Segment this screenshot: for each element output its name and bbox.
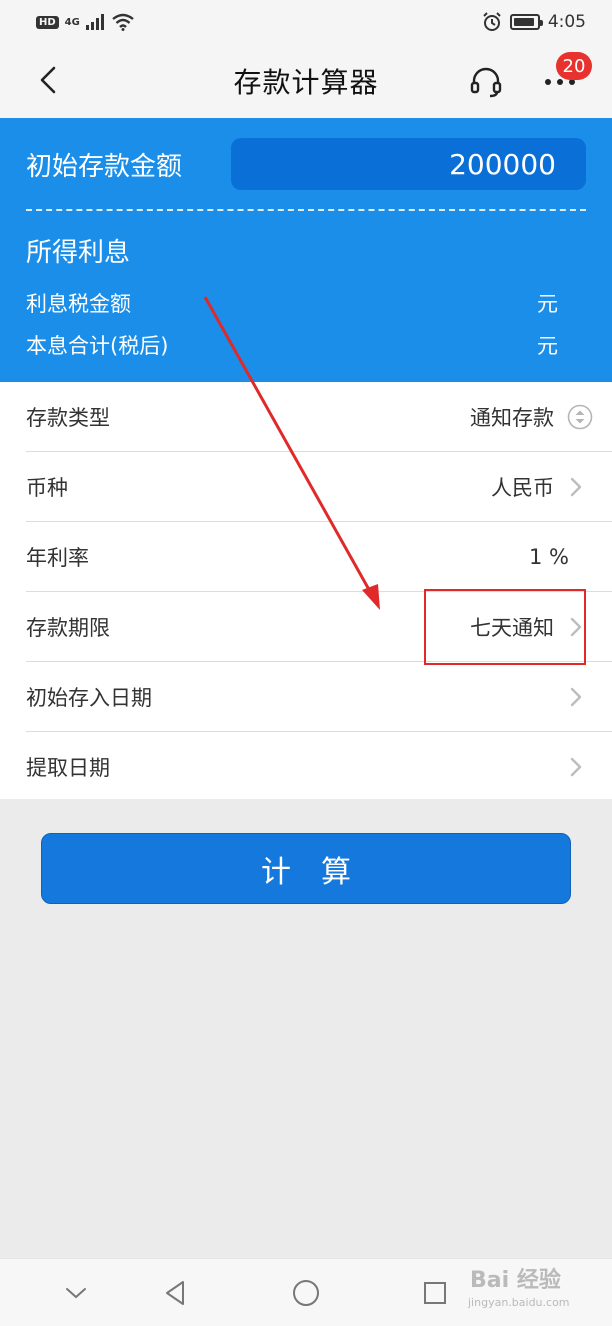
deposit-type-row[interactable]: 存款类型 通知存款 [0,382,612,452]
start-date-row[interactable]: 初始存入日期 [0,662,612,732]
deposit-term-row[interactable]: 存款期限 七天通知 [0,592,612,662]
chevron-right-icon [570,687,582,707]
system-back-button[interactable] [155,1273,195,1313]
tax-unit: 元 [537,292,558,316]
status-bar: HD 4G 4:05 [0,0,612,44]
watermark-logo: Bai 经验 [470,1268,561,1293]
currency-row[interactable]: 币种 人民币 [0,452,612,522]
total-row: 本息合计(税后) 元 [26,330,558,360]
annual-rate-label: 年利率 [26,546,89,570]
amount-input[interactable] [231,138,586,190]
watermark-url: jingyan.baidu.com [468,1296,570,1309]
interest-title: 所得利息 [26,238,131,268]
amount-label: 初始存款金额 [26,151,183,182]
back-button[interactable] [30,62,66,98]
back-icon [40,66,56,94]
amount-row: 初始存款金额 [26,138,586,190]
withdraw-date-label: 提取日期 [26,756,110,780]
status-left: HD 4G [36,13,134,31]
currency-label: 币种 [26,476,68,500]
tax-row: 利息税金额 元 [26,288,558,318]
deposit-term-value: 七天通知 [470,616,554,640]
hd-badge: HD [36,15,59,29]
deposit-type-label: 存款类型 [26,406,110,430]
page-title: 存款计算器 [233,66,379,99]
customer-service-button[interactable] [466,62,506,102]
start-date-label: 初始存入日期 [26,686,152,710]
headset-icon [470,67,502,98]
status-right: 4:05 [482,12,586,32]
wifi-icon [112,13,134,31]
annual-rate-value: 1 % [529,545,569,569]
system-home-button[interactable] [286,1273,326,1313]
chevron-down-icon [66,1288,86,1299]
withdraw-date-row[interactable]: 提取日期 [0,732,612,802]
chevron-right-icon [570,617,582,637]
deposit-type-value: 通知存款 [470,406,554,430]
triangle-back-icon [166,1281,184,1305]
chevron-right-icon [570,757,582,777]
nav-bar: 存款计算器 20 [0,44,612,118]
total-unit: 元 [537,334,558,358]
circle-home-icon [293,1280,319,1306]
chevron-right-icon [570,477,582,497]
signal-icon [85,14,104,30]
annual-rate-row: 年利率 1 % [0,522,612,592]
currency-value: 人民币 [491,476,554,500]
select-spinner-icon [567,404,593,430]
result-summary-panel: 初始存款金额 所得利息 利息税金额 元 本息合计(税后) 元 [0,118,612,382]
notification-badge: 20 [556,52,592,80]
network-type: 4G [64,16,80,28]
battery-level [513,18,534,26]
deposit-term-label: 存款期限 [26,616,110,640]
tax-label: 利息税金额 [26,292,131,316]
dashed-divider [26,209,586,211]
collapse-button[interactable] [56,1273,96,1313]
calculate-button[interactable]: 计 算 [41,833,571,904]
system-recents-button[interactable] [415,1273,455,1313]
alarm-icon [483,12,501,31]
deposit-form: 存款类型 通知存款 币种 人民币 年利率 1 % 存款期限 七天通知 初始存入日… [0,382,612,799]
battery-icon [509,14,543,30]
status-time: 4:05 [547,12,586,32]
square-recents-icon [424,1282,446,1304]
total-label: 本息合计(税后) [26,334,169,358]
